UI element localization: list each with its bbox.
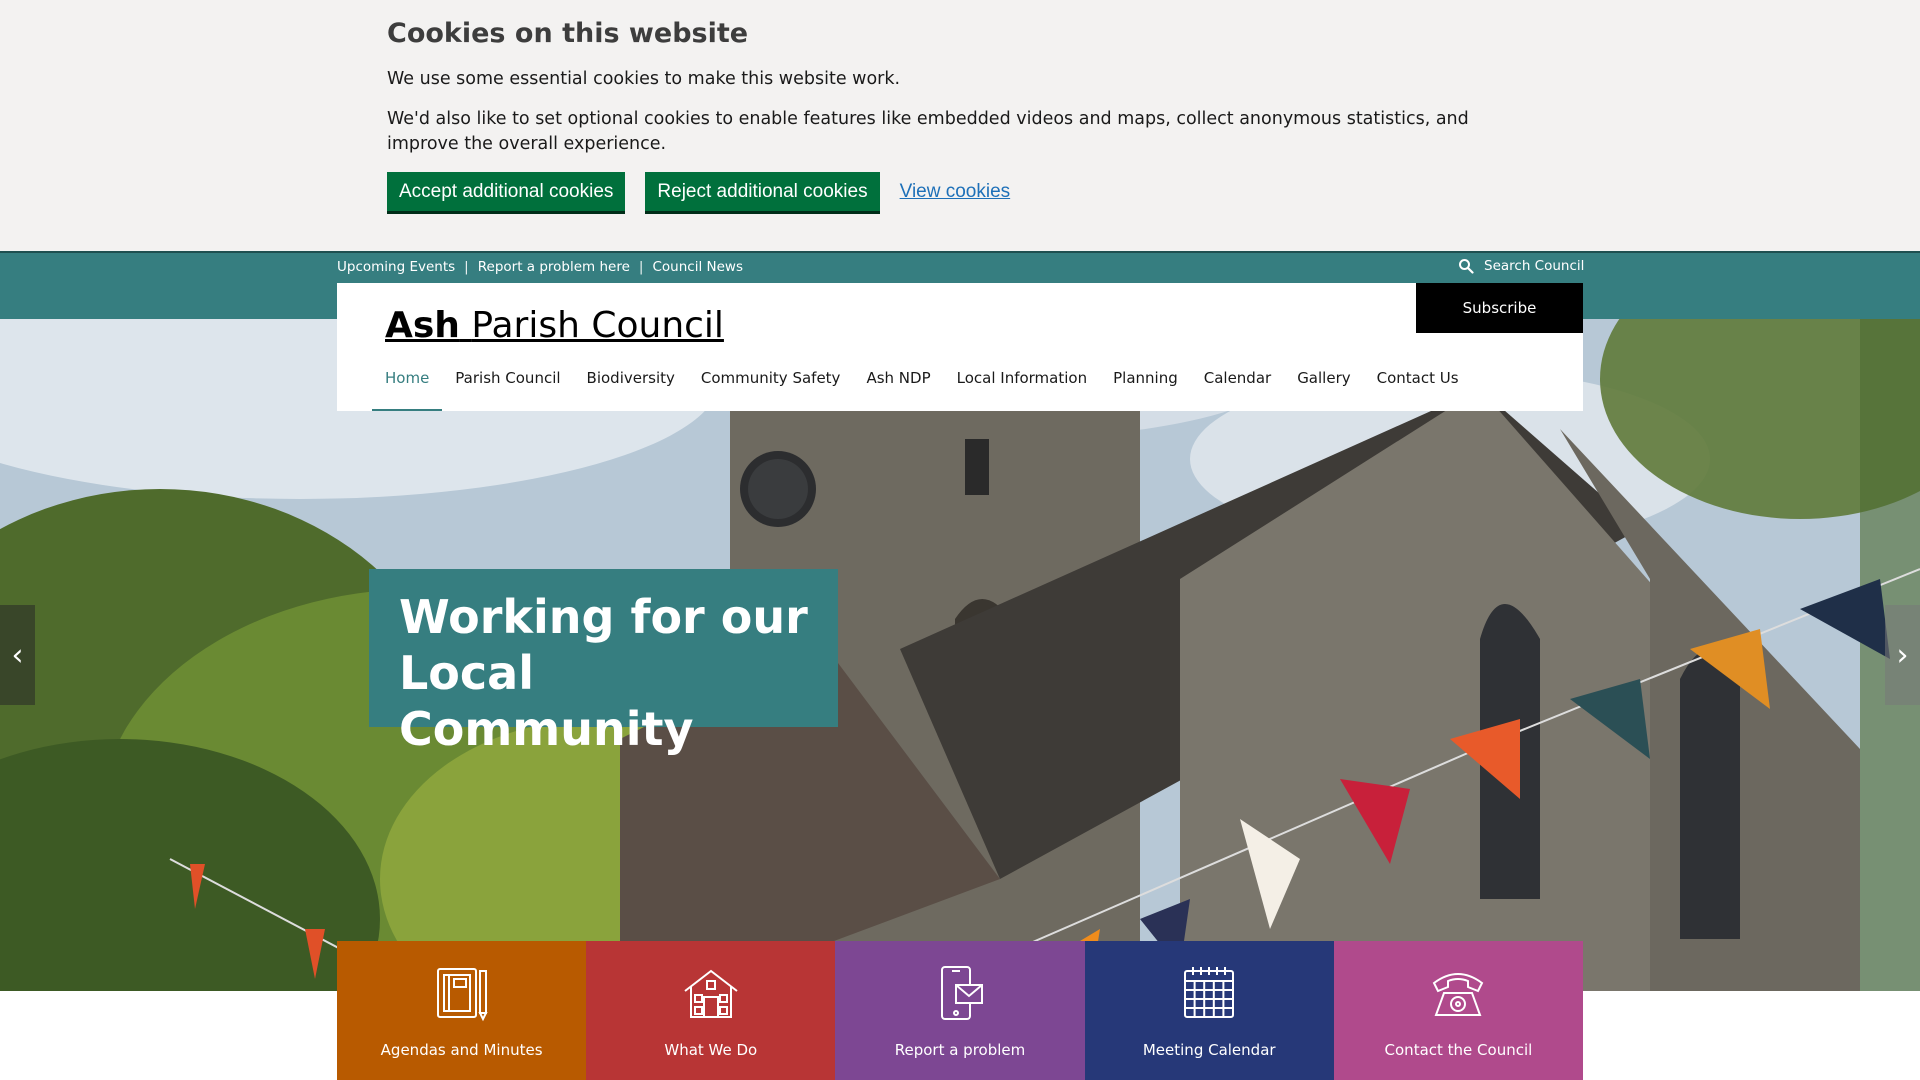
notebook-icon [436,968,488,1022]
main-navigation: Home Parish Council Biodiversity Communi… [372,365,1472,411]
tile-meeting-calendar[interactable]: Meeting Calendar [1084,941,1334,1080]
nav-community-safety[interactable]: Community Safety [688,365,854,411]
nav-parish-council[interactable]: Parish Council [442,365,573,411]
tile-report-problem[interactable]: Report a problem [835,941,1085,1080]
hero-title-line1: Working for our [399,590,808,644]
hero-caption: Working for our Local Community [369,569,838,756]
site-header: Ash Parish Council Subscribe Home Parish… [337,283,1583,411]
view-cookies-link[interactable]: View cookies [900,181,1011,203]
accept-cookies-button[interactable]: Accept additional cookies [387,172,626,211]
nav-planning[interactable]: Planning [1100,365,1191,411]
next-slide-button[interactable]: › [1885,605,1920,705]
quick-links: Agendas and Minutes What We Do Report a … [337,941,1584,1080]
upcoming-events-link[interactable]: Upcoming Events [337,259,455,275]
hero-title-line2: Local Community [399,646,694,756]
tile-label: Agendas and Minutes [380,1041,543,1059]
search-council-label: Search Council [1484,258,1585,274]
cookie-optional-text: We'd also like to set optional cookies t… [387,109,1469,154]
reject-cookies-button[interactable]: Reject additional cookies [645,172,880,211]
utility-links: Upcoming Events | Report a problem here … [337,259,743,275]
nav-contact-us[interactable]: Contact Us [1364,365,1472,411]
tile-label: Meeting Calendar [1142,1041,1276,1059]
site-logo-link[interactable]: Ash Parish Council [385,305,724,346]
tile-agendas-minutes[interactable]: Agendas and Minutes [337,941,587,1080]
cookie-banner: Cookies on this website We use some esse… [0,0,1920,251]
separator: | [638,259,644,275]
hero-title: Working for our Local Community [399,589,808,757]
council-news-link[interactable]: Council News [652,259,743,275]
nav-gallery[interactable]: Gallery [1284,365,1363,411]
tile-label: Report a problem [894,1041,1026,1059]
tile-label: Contact the Council [1384,1041,1533,1059]
nav-ash-ndp[interactable]: Ash NDP [853,365,943,411]
nav-calendar[interactable]: Calendar [1191,365,1284,411]
brand-bold: Ash [385,305,460,346]
telephone-icon [1433,973,1484,1016]
previous-slide-button[interactable]: ‹ [0,605,35,705]
search-icon [1459,259,1474,274]
house-icon [684,969,738,1018]
mobile-mail-icon [941,966,983,1020]
brand-rest: Parish Council [471,305,724,346]
cookie-title: Cookies on this website [387,18,749,49]
chevron-right-icon: › [1896,637,1909,673]
cookie-essential-text: We use some essential cookies to make th… [387,69,901,89]
nav-local-information[interactable]: Local Information [944,365,1100,411]
nav-biodiversity[interactable]: Biodiversity [574,365,688,411]
nav-home[interactable]: Home [372,365,443,411]
separator: | [464,259,469,275]
subscribe-button[interactable]: Subscribe [1416,283,1583,333]
tile-contact-council[interactable]: Contact the Council [1333,941,1584,1080]
chevron-left-icon: ‹ [11,637,24,673]
search-council-button[interactable]: Search Council [1458,258,1584,274]
report-problem-link[interactable]: Report a problem here [478,259,630,275]
hero-slideshow: ‹ › Working for our Local Community [0,319,1920,991]
hero-image [0,319,1920,991]
calendar-icon [1184,967,1235,1018]
tile-label: What We Do [664,1041,758,1059]
tile-what-we-do[interactable]: What We Do [586,941,836,1080]
